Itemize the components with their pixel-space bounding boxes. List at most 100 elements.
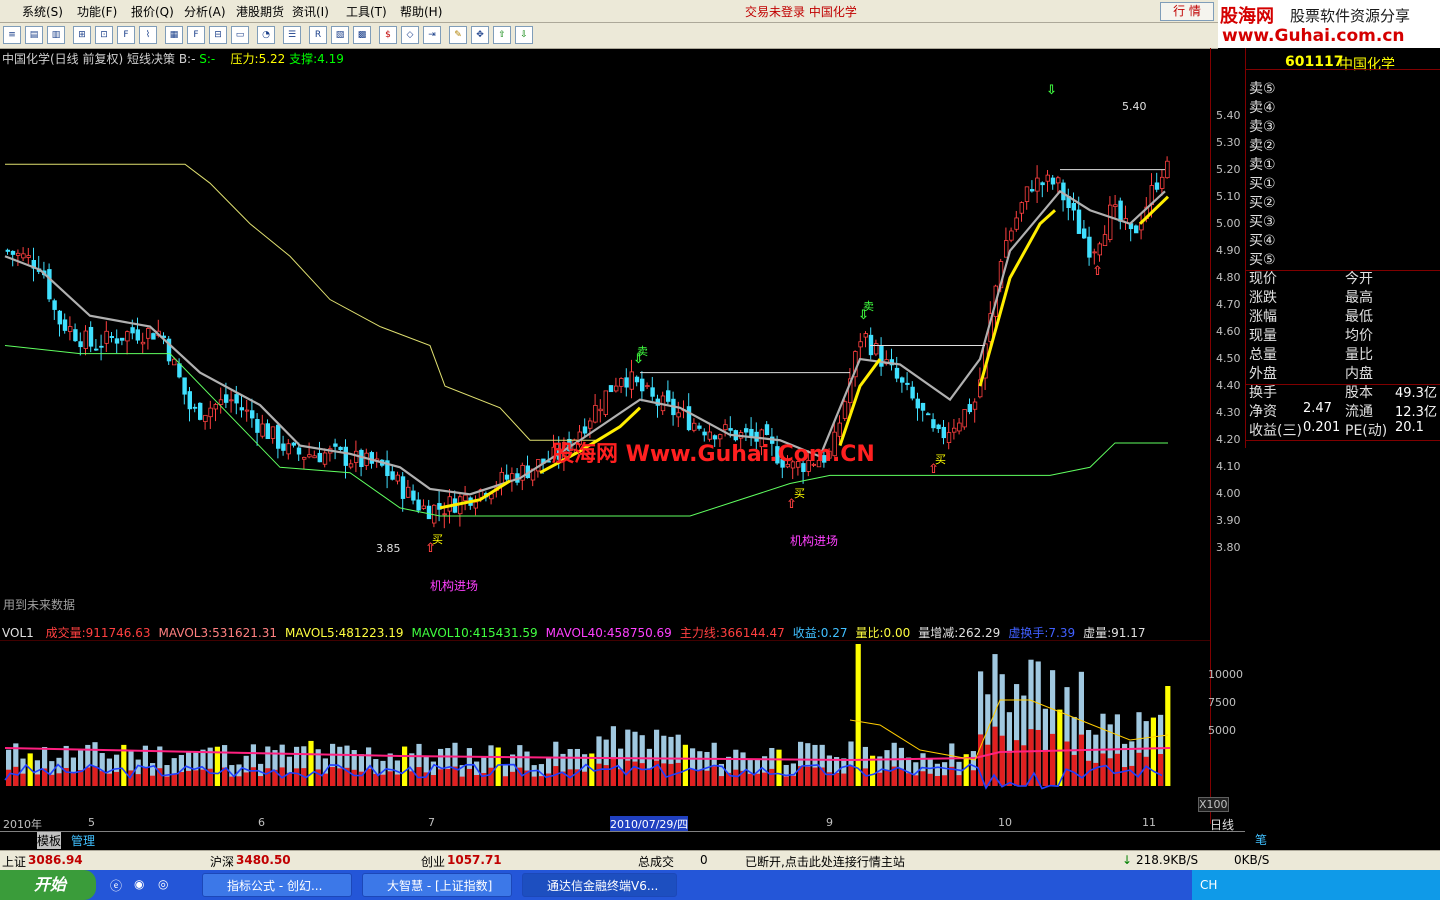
tab-15[interactable]: 新股通道 [743,832,791,849]
quote-field-label: 涨幅 [1249,309,1277,325]
menu-system[interactable]: 系统(S) [22,3,63,20]
tab-19[interactable]: 弱势次新 [987,832,1035,849]
dollar-icon[interactable]: $ [379,26,397,44]
arrow-down-icon[interactable]: ⇩ [515,26,533,44]
quick-icon[interactable]: ◎ [158,877,168,891]
right-tab-3[interactable]: 细 [1303,831,1315,848]
arrow-up-icon[interactable]: ⇧ [493,26,511,44]
menu-info[interactable]: 资讯(I) [292,3,329,20]
right-tab-5[interactable]: 势 [1351,831,1363,848]
tab-20[interactable]: 短线决策 [1045,832,1093,849]
connection-message[interactable]: 已断开,点击此处连接行情主站 [745,853,905,870]
tab-7[interactable]: SUP决策 [303,832,351,849]
toolbar-icon[interactable]: ▥ [47,26,65,44]
toolbar-icon[interactable]: ⇥ [423,26,441,44]
volume-bar-main [56,773,62,786]
toolbar-icon[interactable]: ⊞ [73,26,91,44]
tab-8[interactable]: 自编 [373,832,397,849]
tab-13[interactable]: 密码周线 [627,832,675,849]
hs-index-value: 3480.50 [236,853,291,867]
volume-bar-main [315,769,321,786]
tab-17[interactable]: 超短线 [883,832,919,849]
net-download-icon: ↓ [1122,853,1133,867]
menu-help[interactable]: 帮助(H) [400,3,442,20]
candle-body [1004,240,1009,258]
tab-14[interactable]: 密码月线 [685,832,733,849]
right-tab-4[interactable]: 盘 [1327,831,1339,848]
right-tab-1[interactable]: 笔 [1255,831,1267,848]
tab-2[interactable]: 模板 [37,832,62,849]
volume-chart[interactable] [0,640,1210,816]
quote-field-label: 今开 [1345,271,1373,287]
ie-icon[interactable]: ⓔ [110,877,122,894]
candle-body [411,490,416,501]
toolbar-icon[interactable]: ◇ [401,26,419,44]
candle-body [359,449,364,468]
candle-body [1071,202,1076,211]
toolbar-icon[interactable]: ◔ [257,26,275,44]
right-tab-7[interactable]: 值 [1399,831,1411,848]
toolbar-icon[interactable]: ▭ [231,26,249,44]
toolbar-icon[interactable]: ▩ [353,26,371,44]
start-button[interactable]: 开始 [0,870,96,900]
tab-18[interactable]: 明日点金 [929,832,977,849]
toolbar-icon[interactable]: ⊟ [209,26,227,44]
toolbar-icon[interactable]: ⌇ [139,26,157,44]
volume-bar-main [762,772,768,786]
toolbar-icon[interactable]: ☰ [283,26,301,44]
toolbar-icon[interactable]: R [309,26,327,44]
task-dazhihui[interactable]: 大智慧 - [上证指数] [362,873,512,897]
trade-button[interactable]: 行 情 [1160,2,1214,21]
candle-body [936,424,941,430]
toolbar-icon[interactable]: F [117,26,135,44]
volume-bar [402,746,408,786]
toolbar-icon[interactable]: ▧ [331,26,349,44]
candle-body [421,505,426,509]
tab-10[interactable]: 王胡子 [465,832,501,849]
ime-indicator[interactable]: CH [1200,878,1217,892]
price-chart[interactable] [0,66,1210,620]
toolbar-icon[interactable]: F [187,26,205,44]
media-icon[interactable]: ◉ [134,877,144,891]
toolbar-icon[interactable]: ⊡ [95,26,113,44]
task-formula[interactable]: 指标公式 - 创幻... [202,873,352,897]
volume-bar-main [704,770,710,786]
menu-analysis[interactable]: 分析(A) [184,3,226,20]
toolbar-icon[interactable]: ≡ [3,26,21,44]
menu-hk-futures[interactable]: 港股期货 [236,3,284,20]
tab-12[interactable]: 小时60 [569,832,608,849]
tab-1[interactable]: 指标 [3,832,27,849]
candle-body [447,496,452,512]
pencil-icon[interactable]: ✎ [449,26,467,44]
volume-bar-main [646,769,652,786]
total-volume-value: 0 [700,853,708,867]
volume-indicator-value: MAVOL5:481223.19 [285,626,404,640]
logo-slogan: 股票软件资源分享 [1290,7,1411,25]
candle-body [1118,200,1123,222]
menu-function[interactable]: 功能(F) [77,3,117,20]
menu-quote[interactable]: 报价(Q) [131,3,174,20]
candle-body [1019,202,1024,214]
tab-6[interactable]: DDE决策 [233,832,283,849]
move-icon[interactable]: ✥ [471,26,489,44]
tab-11[interactable]: 掌股玲珑 [511,832,559,849]
toolbar-icon[interactable]: ▤ [25,26,43,44]
toolbar-icon[interactable]: ▦ [165,26,183,44]
volume-bar-main [718,776,724,786]
right-tab-6[interactable]: 指 [1375,831,1387,848]
candle-body [281,443,286,451]
candle-body [291,442,296,446]
candle-body [868,334,874,356]
tab-16[interactable]: 竹楼金叉共振 [801,832,873,849]
tab-5[interactable]: MACD基本 [151,832,211,849]
candle-body [52,300,57,310]
task-tongdaxin[interactable]: 通达信金融终端V6... [522,873,677,897]
right-tab-2[interactable]: 价 [1279,831,1291,848]
tab-4[interactable]: 另存为 [105,832,141,849]
candle-body [1056,177,1061,184]
tab-3[interactable]: 管理 [71,832,95,849]
tab-9[interactable]: 次新专用 [407,832,455,849]
menu-tools[interactable]: 工具(T) [346,3,387,20]
candle-body [88,326,94,347]
candle-body [920,402,926,411]
